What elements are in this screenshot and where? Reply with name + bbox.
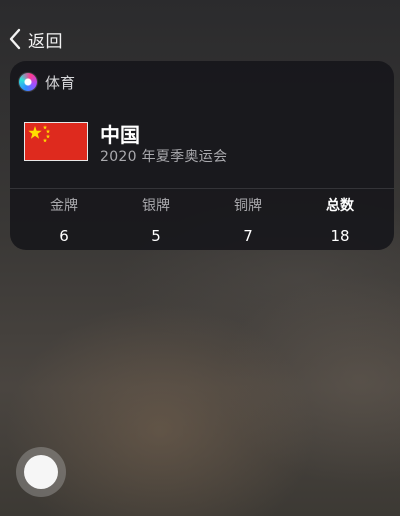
siri-icon xyxy=(19,73,37,91)
medal-gold: 金牌 6 xyxy=(18,196,110,246)
china-flag-icon xyxy=(25,123,87,160)
home-button-inner xyxy=(24,455,58,489)
country-name: 中国 xyxy=(100,123,140,147)
chevron-left-icon xyxy=(9,28,21,50)
back-label: 返回 xyxy=(28,31,63,52)
medal-value: 6 xyxy=(59,227,69,245)
medal-table: 金牌 6 银牌 5 铜牌 7 总数 18 xyxy=(18,196,386,246)
card-header: 体育 xyxy=(19,72,75,92)
medal-label: 银牌 xyxy=(142,198,170,214)
medal-bronze: 铜牌 7 xyxy=(202,196,294,246)
medal-value: 18 xyxy=(330,227,350,245)
medal-value: 5 xyxy=(151,227,161,245)
medal-value: 7 xyxy=(243,227,253,245)
event-name: 2020 年夏季奥运会 xyxy=(100,149,228,165)
medal-label: 金牌 xyxy=(50,198,78,214)
divider xyxy=(10,188,394,189)
medal-silver: 银牌 5 xyxy=(110,196,202,246)
home-button[interactable] xyxy=(16,447,66,497)
card-title: 体育 xyxy=(45,73,76,92)
back-button[interactable]: 返回 xyxy=(8,27,63,52)
sports-result-card[interactable]: 体育 中国 2020 年夏季奥运会 金牌 6 银牌 5 铜牌 7 总数 18 xyxy=(10,61,394,250)
medal-label: 总数 xyxy=(326,198,354,214)
medal-label: 铜牌 xyxy=(234,198,262,214)
medal-total: 总数 18 xyxy=(294,196,386,246)
